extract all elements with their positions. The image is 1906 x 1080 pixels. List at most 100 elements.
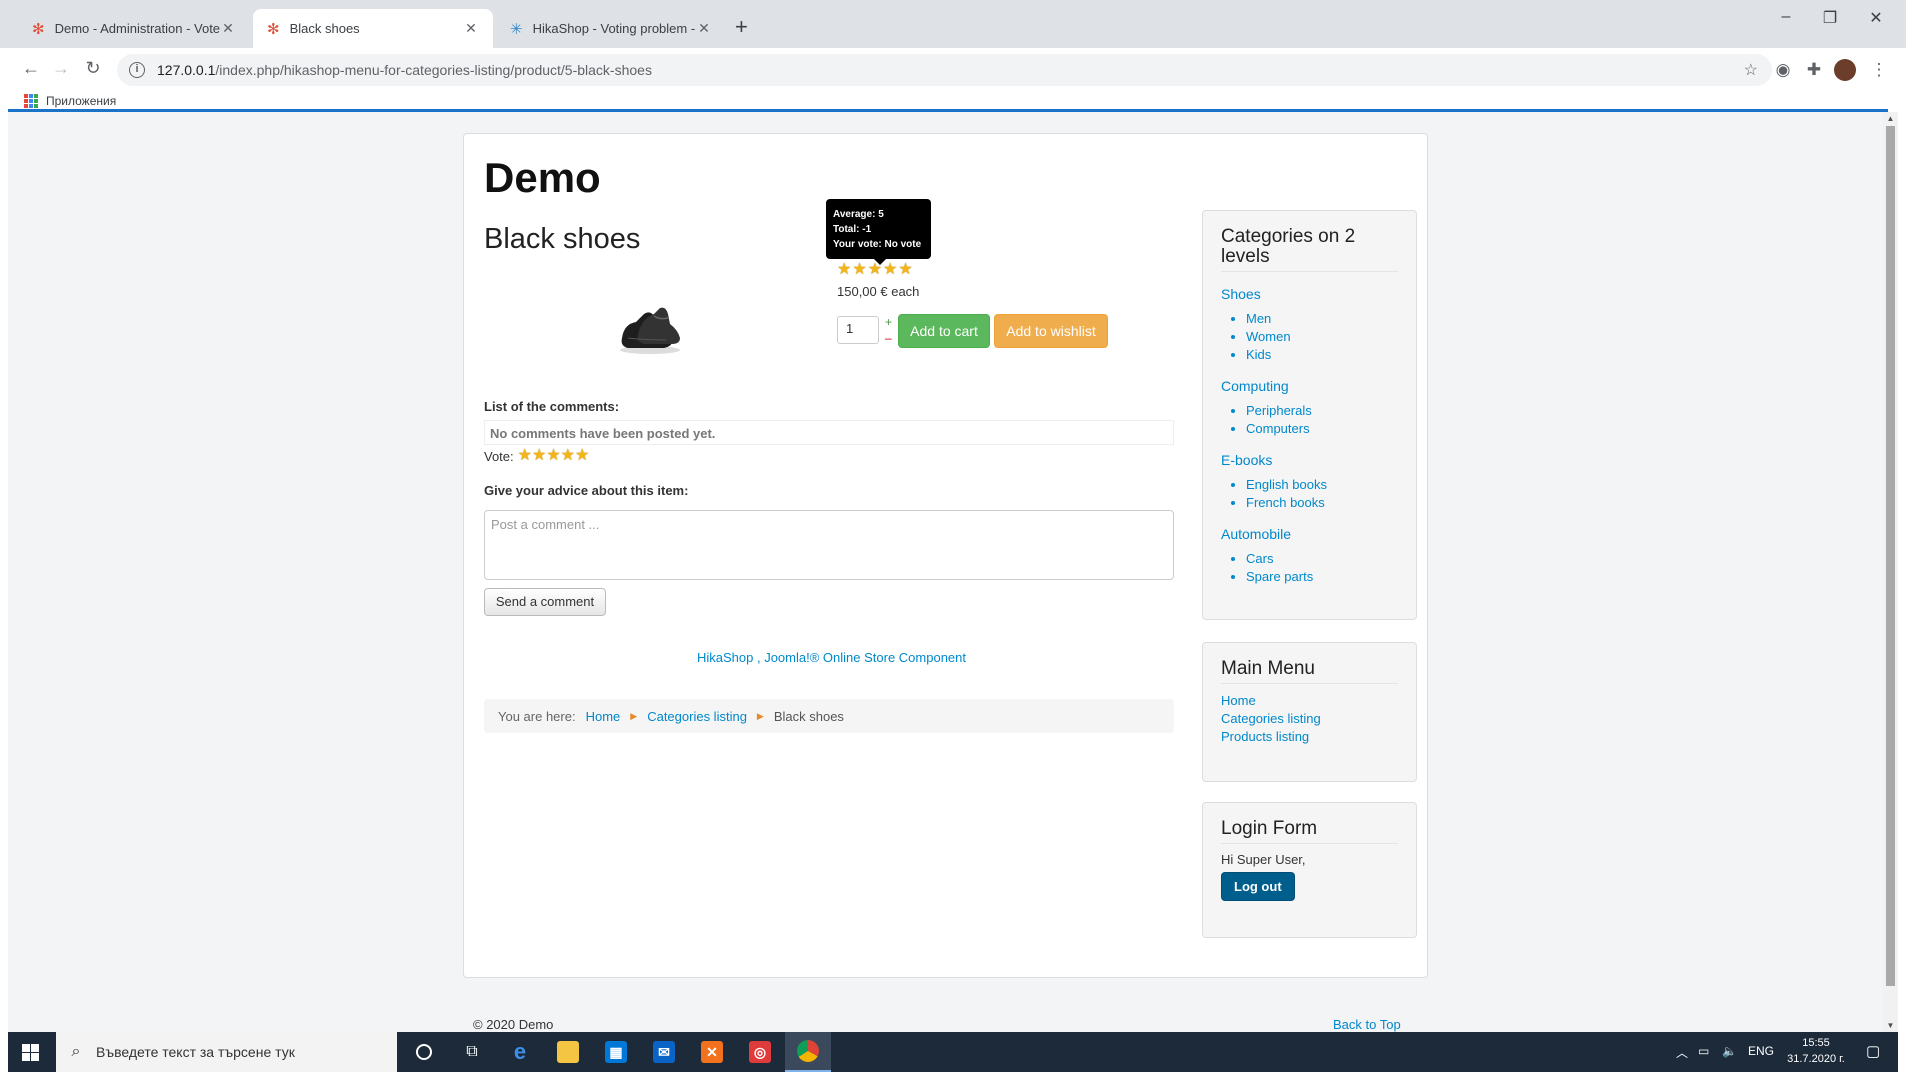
- cortana-icon[interactable]: [401, 1032, 447, 1072]
- reload-icon[interactable]: ↻: [80, 58, 106, 79]
- close-icon[interactable]: ✕: [696, 20, 712, 37]
- subcategory-english-books[interactable]: English books: [1246, 476, 1398, 494]
- app-red-icon[interactable]: ◎: [737, 1032, 783, 1072]
- login-form-module: Login Form Hi Super User, Log out: [1202, 802, 1417, 938]
- login-greeting: Hi Super User,: [1221, 852, 1306, 867]
- back-to-top-link[interactable]: Back to Top: [1333, 1017, 1401, 1032]
- subcategory-peripherals[interactable]: Peripherals: [1246, 402, 1398, 420]
- notifications-icon[interactable]: ▢: [1866, 1042, 1880, 1060]
- comment-textarea[interactable]: Post a comment ...: [484, 510, 1174, 580]
- category-list: Peripherals Computers: [1221, 402, 1398, 438]
- scroll-down-arrow-icon[interactable]: ▼: [1883, 1021, 1898, 1030]
- new-tab-button[interactable]: +: [735, 14, 748, 40]
- vote-stars[interactable]: ★ ★ ★ ★ ★: [518, 448, 590, 464]
- windows-start-icon[interactable]: [22, 1044, 39, 1061]
- breadcrumb: You are here: Home ▶ Categories listing …: [484, 699, 1174, 733]
- menu-kebab-icon[interactable]: ⋮: [1868, 60, 1890, 80]
- apps-grid-icon[interactable]: [24, 94, 38, 108]
- advice-heading: Give your advice about this item:: [484, 483, 689, 498]
- clock-time: 15:55: [1802, 1037, 1830, 1049]
- star-icon[interactable]: ★: [546, 448, 560, 464]
- file-explorer-icon[interactable]: [545, 1032, 591, 1072]
- add-to-wishlist-button[interactable]: Add to wishlist: [994, 314, 1108, 348]
- subcategory-women[interactable]: Women: [1246, 328, 1398, 346]
- tray-chevron-icon[interactable]: ︿: [1676, 1044, 1688, 1061]
- task-view-icon[interactable]: ⧉: [449, 1032, 495, 1072]
- subcategory-cars[interactable]: Cars: [1246, 550, 1398, 568]
- category-e-books[interactable]: E-books: [1221, 452, 1398, 468]
- quantity-increase[interactable]: +: [885, 315, 892, 329]
- star-icon[interactable]: ★: [883, 262, 897, 278]
- minimize-button[interactable]: –: [1766, 8, 1806, 26]
- extensions-puzzle-icon[interactable]: ✚: [1803, 60, 1825, 80]
- star-icon[interactable]: ★: [868, 262, 882, 278]
- volume-icon[interactable]: 🔈: [1722, 1044, 1737, 1058]
- store-icon[interactable]: ▦: [593, 1032, 639, 1072]
- edge-icon[interactable]: e: [497, 1032, 543, 1072]
- menu-item-home[interactable]: Home: [1221, 692, 1398, 710]
- main-menu-title: Main Menu: [1221, 659, 1398, 684]
- menu-item-categories-listing[interactable]: Categories listing: [1221, 710, 1398, 728]
- forward-arrow-icon[interactable]: →: [48, 58, 74, 79]
- star-icon[interactable]: ★: [852, 262, 866, 278]
- product-price: 150,00 € each: [837, 284, 920, 299]
- category-computing[interactable]: Computing: [1221, 378, 1398, 394]
- address-bar[interactable]: i 127.0.0.1/index.php/hikashop-menu-for-…: [117, 54, 1772, 86]
- page-scrollbar[interactable]: ▲ ▼: [1883, 112, 1898, 1032]
- add-to-cart-button[interactable]: Add to cart: [898, 314, 990, 348]
- quantity-input[interactable]: 1: [837, 316, 879, 344]
- breadcrumb-home[interactable]: Home: [586, 709, 621, 724]
- site-container: Demo Black shoes Average: 5 Total: -1 Yo…: [463, 133, 1428, 978]
- bookmark-apps[interactable]: Приложения: [46, 94, 116, 108]
- breadcrumb-categories-listing[interactable]: Categories listing: [647, 709, 747, 724]
- logout-button[interactable]: Log out: [1221, 872, 1295, 901]
- star-icon[interactable]: ★: [898, 262, 912, 278]
- subcategory-french-books[interactable]: French books: [1246, 494, 1398, 512]
- breadcrumb-separator-icon: ▶: [630, 710, 638, 721]
- star-icon[interactable]: ★: [532, 448, 546, 464]
- tab-hikashop-forum[interactable]: ✳ HikaShop - Voting problem - Hik ✕: [496, 9, 726, 48]
- input-language[interactable]: ENG: [1748, 1044, 1774, 1058]
- scrollbar-thumb[interactable]: [1886, 126, 1895, 986]
- mail-icon[interactable]: ✉: [641, 1032, 687, 1072]
- product-rating[interactable]: ★ ★ ★ ★ ★: [837, 262, 913, 278]
- powered-by-link[interactable]: HikaShop , Joomla!® Online Store Compone…: [464, 650, 1199, 665]
- subcategory-computers[interactable]: Computers: [1246, 420, 1398, 438]
- xampp-icon[interactable]: ✕: [689, 1032, 735, 1072]
- no-comments-message: No comments have been posted yet.: [484, 420, 1174, 445]
- taskbar-search[interactable]: ⌕ Въведете текст за търсене тук: [56, 1032, 397, 1072]
- category-shoes[interactable]: Shoes: [1221, 286, 1398, 302]
- star-icon[interactable]: ★: [561, 448, 575, 464]
- tooltip-total: Total: -1: [833, 224, 872, 235]
- scroll-up-arrow-icon[interactable]: ▲: [1883, 114, 1898, 123]
- tab-black-shoes[interactable]: ✻ Black shoes ✕: [253, 9, 493, 48]
- site-brand[interactable]: Demo: [484, 154, 601, 202]
- tab-admin-vote[interactable]: ✻ Demo - Administration - Vote ✕: [18, 9, 250, 48]
- send-comment-button[interactable]: Send a comment: [484, 588, 606, 616]
- subcategory-kids[interactable]: Kids: [1246, 346, 1398, 364]
- product-title: Black shoes: [484, 223, 641, 255]
- adblock-extension-icon[interactable]: ◉: [1772, 60, 1794, 80]
- subcategory-men[interactable]: Men: [1246, 310, 1398, 328]
- subcategory-spare-parts[interactable]: Spare parts: [1246, 568, 1398, 586]
- tab-title: HikaShop - Voting problem - Hik: [532, 21, 696, 36]
- close-icon[interactable]: ✕: [220, 20, 236, 37]
- chrome-icon[interactable]: [785, 1032, 831, 1072]
- info-icon[interactable]: i: [129, 62, 145, 78]
- bookmark-star-icon[interactable]: ☆: [1744, 60, 1758, 80]
- product-image[interactable]: [614, 294, 684, 356]
- star-icon[interactable]: ★: [575, 448, 589, 464]
- profile-avatar[interactable]: [1834, 59, 1856, 81]
- star-icon[interactable]: ★: [837, 262, 851, 278]
- star-icon[interactable]: ★: [518, 448, 532, 464]
- quantity-decrease[interactable]: –: [885, 331, 892, 345]
- back-arrow-icon[interactable]: ←: [18, 58, 44, 79]
- close-icon[interactable]: ✕: [463, 20, 479, 37]
- vote-label: Vote:: [484, 448, 514, 464]
- menu-item-products-listing[interactable]: Products listing: [1221, 728, 1398, 746]
- restore-button[interactable]: ❐: [1810, 8, 1850, 28]
- close-window-button[interactable]: ✕: [1856, 8, 1896, 28]
- category-automobile[interactable]: Automobile: [1221, 526, 1398, 542]
- system-clock[interactable]: 15:55 31.7.2020 г.: [1784, 1035, 1848, 1067]
- network-icon[interactable]: ▭: [1698, 1044, 1709, 1058]
